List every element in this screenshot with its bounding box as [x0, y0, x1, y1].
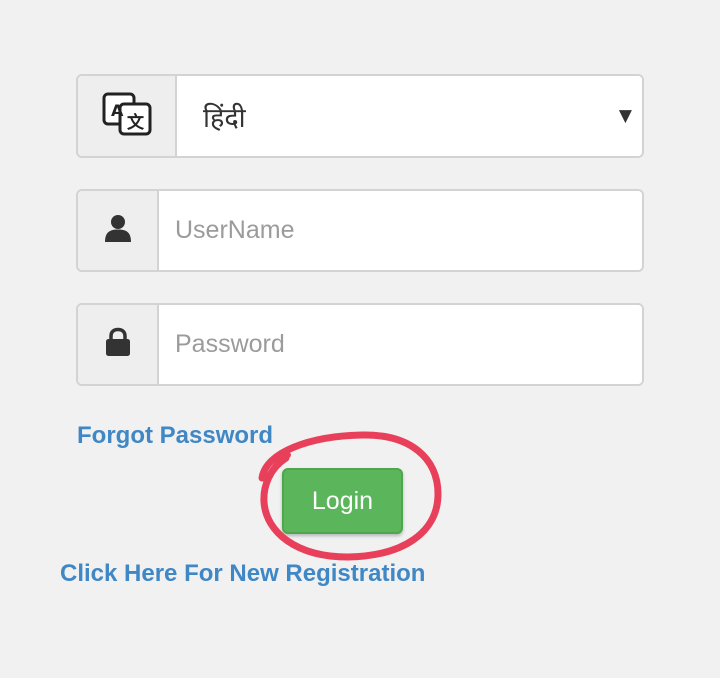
login-button[interactable]: Login [282, 468, 403, 534]
svg-text:文: 文 [127, 112, 145, 133]
language-select[interactable]: हिंदी ▼ [177, 76, 642, 156]
forgot-password-link[interactable]: Forgot Password [77, 422, 273, 450]
password-input[interactable] [159, 305, 642, 384]
username-input[interactable] [159, 191, 642, 270]
password-addon [78, 305, 159, 384]
new-registration-link[interactable]: Click Here For New Registration [60, 560, 425, 588]
user-icon [103, 213, 133, 248]
language-addon: A 文 [78, 76, 177, 156]
language-selected-value: हिंदी [203, 102, 246, 134]
chevron-down-icon[interactable]: ▼ [619, 106, 632, 126]
translate-icon: A 文 [102, 91, 152, 142]
username-field[interactable] [159, 191, 642, 270]
lock-icon [104, 327, 132, 362]
svg-text:A: A [111, 101, 124, 120]
username-group [76, 189, 644, 272]
login-page: A 文 हिंदी ▼ UserName Forgot Password Log… [0, 0, 720, 678]
username-addon [78, 191, 159, 270]
password-group [76, 303, 644, 386]
password-field[interactable] [159, 305, 642, 384]
language-select-group[interactable]: A 文 हिंदी ▼ [76, 74, 644, 158]
